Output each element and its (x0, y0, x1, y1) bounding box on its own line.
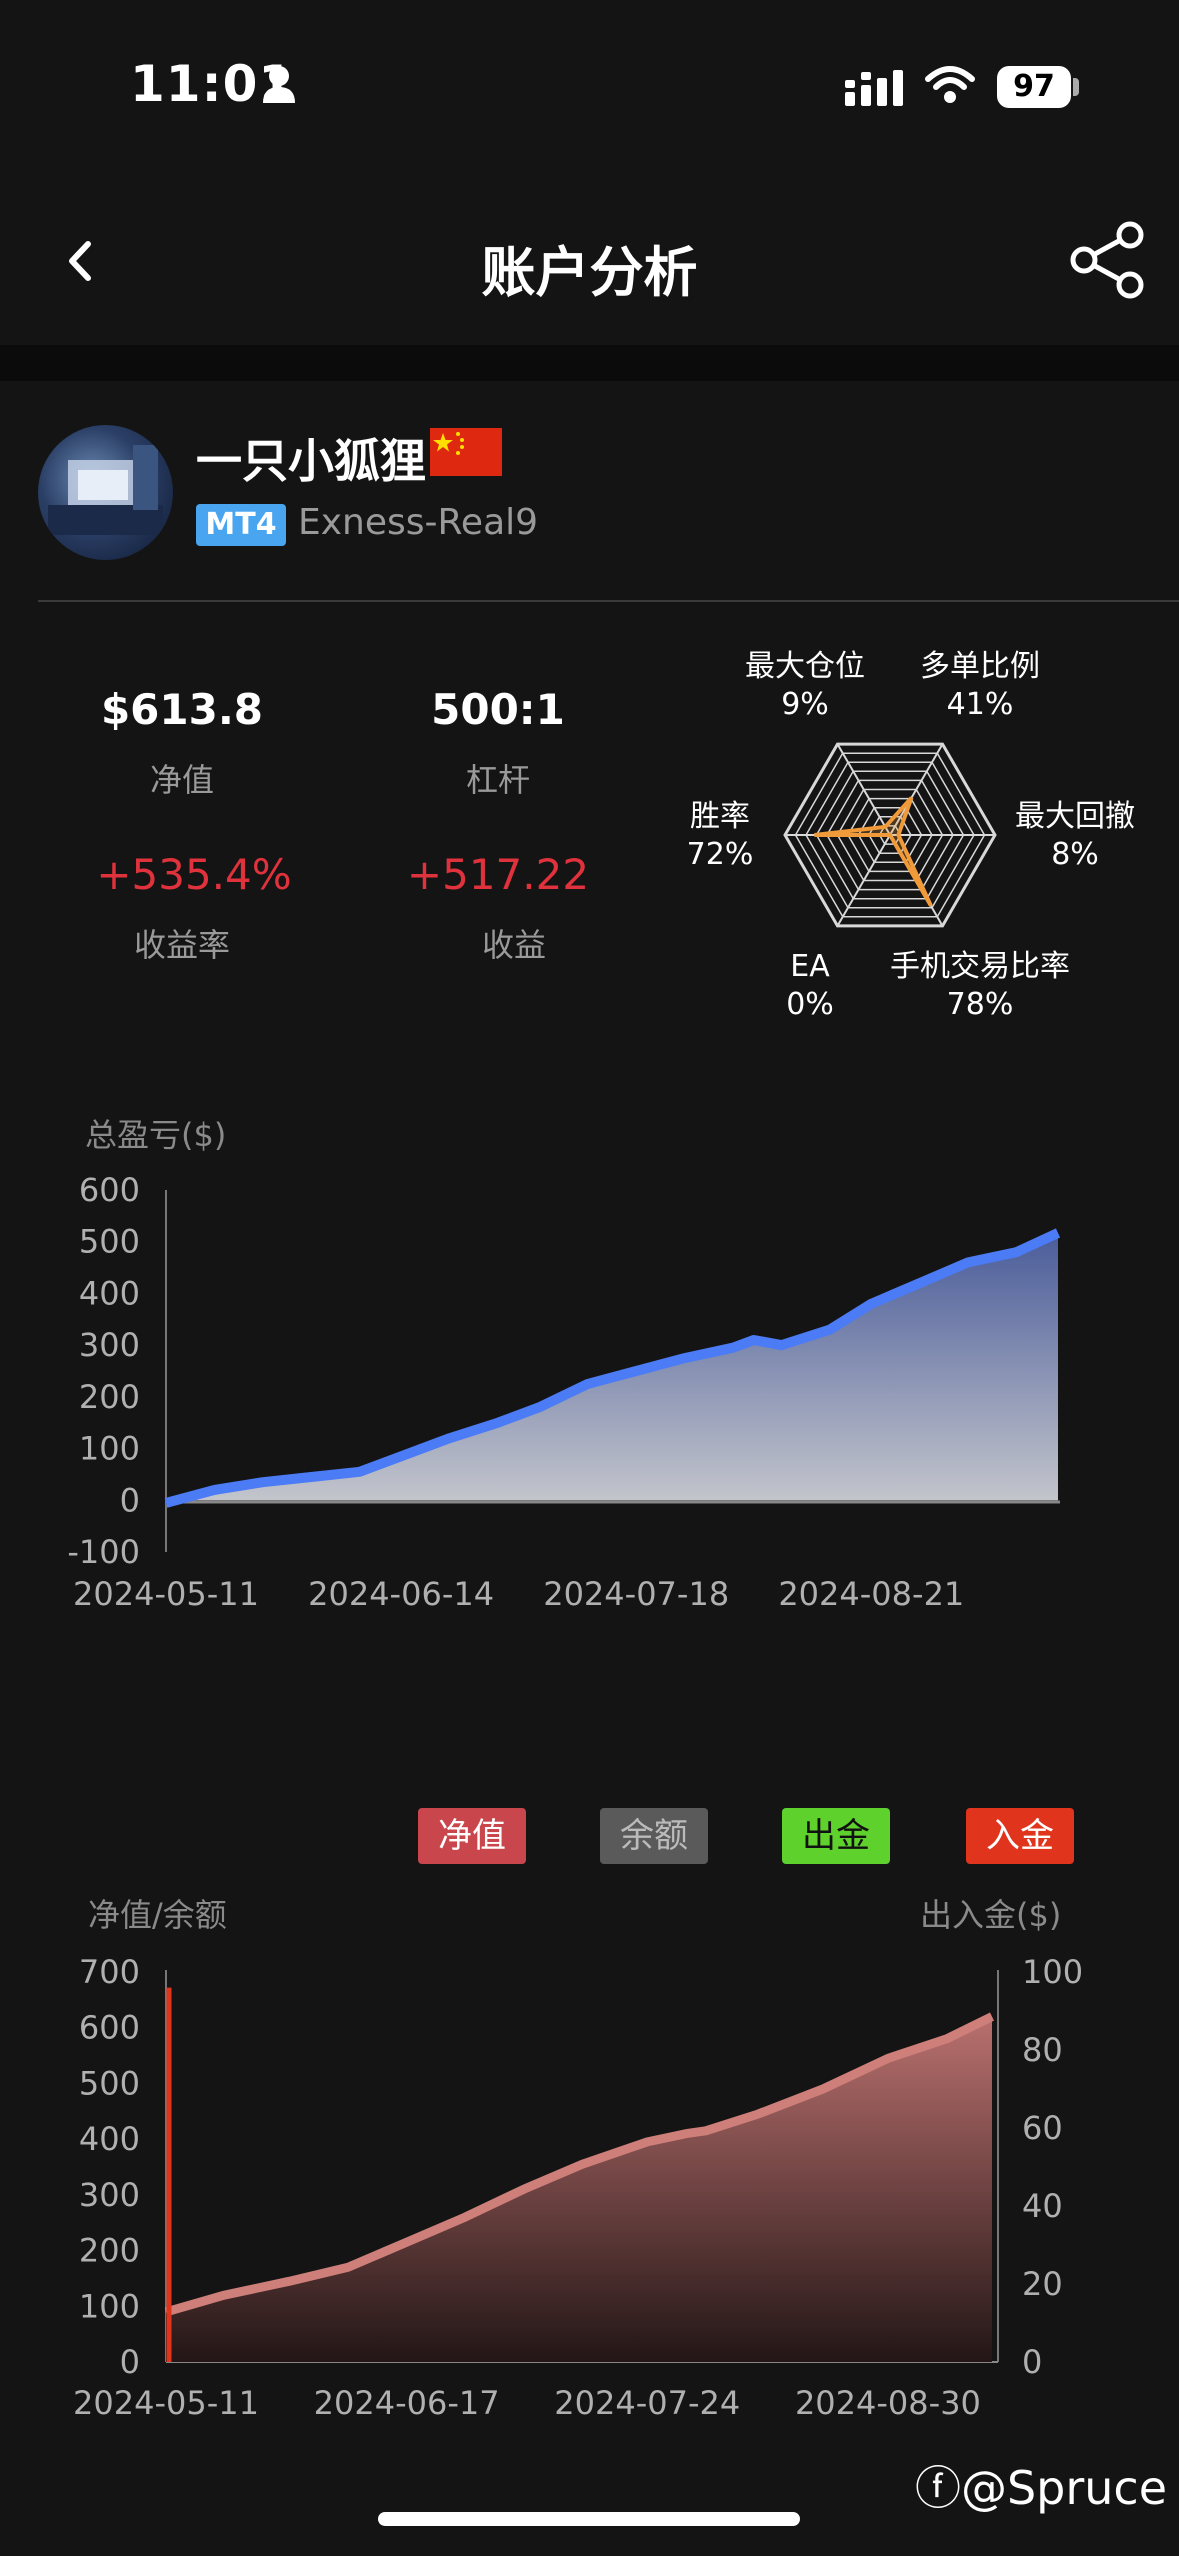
chart2-x-tick: 2024-08-30 (795, 2384, 981, 2420)
chart1-y-tick: 0 (120, 1481, 140, 1519)
chart2-y2-tick: 60 (1022, 2109, 1063, 2147)
chart2-x-tick: 2024-05-11 (73, 2384, 259, 2420)
avatar[interactable] (38, 425, 173, 560)
chart2-x-tick: 2024-07-24 (554, 2384, 740, 2420)
chart1-y-tick: 100 (79, 1430, 140, 1468)
chart1-y-tick: 400 (79, 1274, 140, 1312)
chart2-y-axis-title: 净值/余额 (88, 1896, 227, 1934)
chart2-x-tick: 2024-06-17 (314, 2384, 500, 2420)
legend-withdrawal-button[interactable]: 出金 (782, 1808, 890, 1864)
chart1-y-tick: -100 (67, 1533, 140, 1571)
page-title: 账户分析 (481, 241, 698, 304)
profile-separator (38, 600, 1179, 602)
cellular-signal-icon (845, 70, 905, 110)
chart1-y-tick: 500 (79, 1223, 140, 1261)
chart2-y2-tick: 80 (1022, 2031, 1063, 2069)
chart1-x-tick: 2024-07-18 (543, 1575, 729, 1613)
chart1-y-tick: 300 (79, 1326, 140, 1364)
legend-equity-button[interactable]: 净值 (418, 1808, 526, 1864)
radar-label-max-position: 最大仓位 9% (745, 649, 865, 722)
radar-label-mobile-trade-ratio: 手机交易比率 78% (890, 949, 1070, 1022)
platform-badge: MT4 (196, 504, 286, 546)
legend-deposit-button[interactable]: 入金 (966, 1808, 1074, 1864)
chart2-y-tick: 600 (79, 2009, 140, 2047)
leverage-value: 500:1 (431, 685, 565, 734)
nav-separator (0, 345, 1179, 381)
return-rate-value: +535.4% (96, 850, 292, 899)
person-icon (262, 65, 296, 109)
equity-value: $613.8 (100, 685, 264, 734)
chart2-y-tick: 0 (120, 2343, 140, 2381)
chart1-y-tick: 200 (79, 1378, 140, 1416)
chart2-y2-tick: 0 (1022, 2343, 1042, 2381)
chart1-x-tick: 2024-05-11 (73, 1575, 259, 1613)
china-flag-icon (430, 428, 502, 476)
chart1-x-tick: 2024-06-14 (308, 1575, 494, 1613)
chart2-y-tick: 400 (79, 2120, 140, 2158)
chart2-y-tick: 200 (79, 2232, 140, 2270)
radar-label-win-rate: 胜率 72% (686, 799, 754, 872)
battery-tip (1073, 78, 1079, 96)
home-indicator[interactable] (378, 2512, 800, 2526)
chart1-area (166, 1232, 1058, 1503)
server-name: Exness-Real9 (298, 502, 539, 543)
share-icon[interactable] (1068, 220, 1148, 304)
equity-balance-chart: 7006005004003002001000 100806040200 2024… (73, 1953, 1083, 2420)
username: 一只小狐狸 (196, 434, 426, 488)
radar-label-long-ratio: 多单比例 41% (920, 649, 1040, 722)
chart2-y2-tick: 20 (1022, 2265, 1063, 2303)
chart2-y2-tick: 100 (1022, 1953, 1083, 1991)
chart2-y-tick: 100 (79, 2287, 140, 2325)
chart1-y-tick: 600 (79, 1171, 140, 1209)
legend-balance-button[interactable]: 余额 (600, 1808, 708, 1864)
radar-label-max-drawdown: 最大回撤 8% (1015, 799, 1135, 872)
radar-label-ea: EA 0% (786, 949, 834, 1022)
chart2-y2-tick: 40 (1022, 2187, 1063, 2225)
leverage-label: 杠杆 (465, 761, 530, 799)
chart2-y-tick: 300 (79, 2176, 140, 2214)
chart1-x-tick: 2024-08-21 (778, 1575, 964, 1613)
wifi-icon (925, 65, 975, 109)
chart2-y-tick: 500 (79, 2064, 140, 2102)
radar-chart (783, 742, 997, 928)
total-pnl-chart: 600 500 400 300 200 100 0 -100 2024-05-11 2024-0… (67, 1171, 1061, 1613)
return-rate-label: 收益率 (133, 926, 230, 964)
chart2-y-tick: 700 (79, 1953, 140, 1991)
chart2-y2-axis-title: 出入金($) (920, 1896, 1062, 1934)
battery-level: 97 (997, 66, 1071, 108)
equity-label: 净值 (149, 761, 214, 799)
watermark: ⓕ@Spruce (914, 2461, 1167, 2515)
profit-value: +517.22 (406, 850, 590, 899)
profit-label: 收益 (481, 926, 546, 964)
